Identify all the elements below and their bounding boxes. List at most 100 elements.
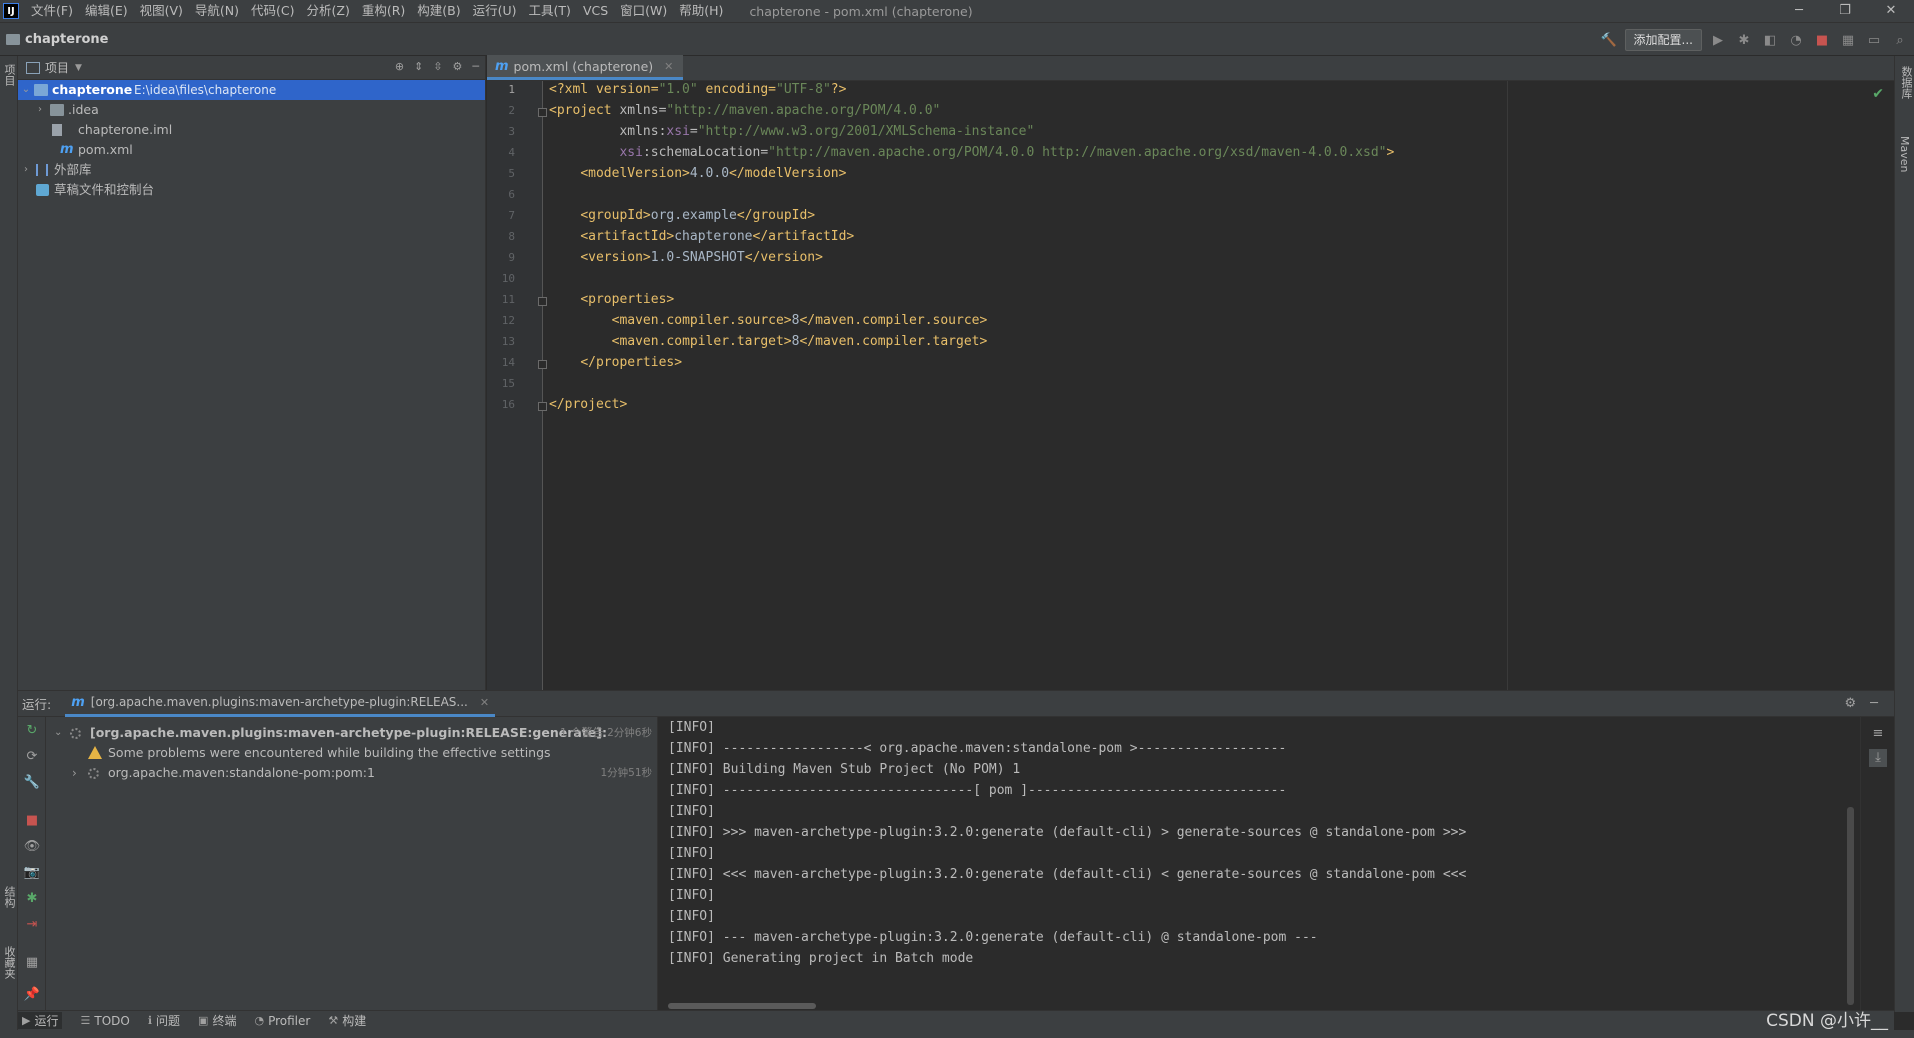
close-icon[interactable]: ✕ bbox=[664, 60, 673, 73]
maven-tool-button[interactable]: Maven bbox=[1898, 136, 1911, 172]
menu-edit[interactable]: 编辑(E) bbox=[79, 0, 134, 22]
project-view-selector[interactable]: 项目 bbox=[45, 59, 69, 76]
menu-vcs[interactable]: VCS bbox=[577, 0, 614, 22]
tool-button-run[interactable]: ▶ 运行 bbox=[18, 1012, 63, 1029]
chevron-down-icon[interactable]: ▼ bbox=[75, 63, 82, 73]
menu-help[interactable]: 帮助(H) bbox=[673, 0, 729, 22]
menu-file[interactable]: 文件(F) bbox=[25, 0, 79, 22]
exit-icon[interactable]: ⇥ bbox=[22, 915, 42, 935]
tree-item-external-libraries[interactable]: › 外部库 bbox=[18, 160, 485, 180]
search-everywhere-icon[interactable]: ⌕ bbox=[1890, 30, 1910, 50]
tab-pom-xml[interactable]: m pom.xml (chapterone) ✕ bbox=[487, 55, 684, 80]
menu-view[interactable]: 视图(V) bbox=[134, 0, 189, 22]
stop-icon[interactable]: ■ bbox=[1812, 30, 1832, 50]
structure-tool-button[interactable]: 结构 bbox=[1, 886, 17, 908]
pin-icon[interactable]: 📌 bbox=[22, 985, 42, 1005]
add-configuration-button[interactable]: 添加配置... bbox=[1624, 29, 1702, 51]
chevron-right-icon[interactable]: › bbox=[20, 160, 32, 180]
vertical-scrollbar[interactable] bbox=[1847, 807, 1854, 1005]
line-gutter: 1 2 3 4 5 6 7 8 9 10 11 12 13 14 15 16 bbox=[487, 81, 547, 690]
coverage-icon[interactable]: ◧ bbox=[1760, 30, 1780, 50]
menu-code[interactable]: 代码(C) bbox=[245, 0, 300, 22]
rerun-failed-icon[interactable]: ⟳ bbox=[22, 747, 42, 767]
tool-button-todo[interactable]: ☰ TODO bbox=[80, 1014, 129, 1028]
chevron-right-icon[interactable]: › bbox=[72, 763, 77, 783]
tree-item-pom[interactable]: m pom.xml bbox=[18, 140, 485, 160]
fold-marker-icon[interactable] bbox=[538, 297, 547, 306]
rerun-icon[interactable]: ↻ bbox=[22, 721, 42, 741]
line-number: 6 bbox=[508, 188, 515, 201]
line-number: 8 bbox=[508, 230, 515, 243]
layout-icon[interactable]: ▭ bbox=[1864, 30, 1884, 50]
fold-marker-icon[interactable] bbox=[538, 402, 547, 411]
stop-icon[interactable]: ■ bbox=[22, 811, 42, 831]
run-root-row[interactable]: ⌄ [org.apache.maven.plugins:maven-archet… bbox=[46, 723, 658, 743]
hide-panel-icon[interactable]: ─ bbox=[1870, 696, 1878, 711]
line-number: 9 bbox=[508, 251, 515, 264]
chevron-down-icon[interactable]: ⌄ bbox=[54, 723, 62, 743]
restore-button[interactable]: ❐ bbox=[1822, 0, 1868, 22]
tool-button-terminal[interactable]: ▣ 终端 bbox=[198, 1012, 236, 1029]
expand-all-icon[interactable]: ⇕ bbox=[414, 60, 423, 73]
minimize-button[interactable]: ─ bbox=[1776, 0, 1822, 22]
run-child-row[interactable]: › org.apache.maven:standalone-pom:pom:1 … bbox=[46, 763, 658, 783]
menu-build[interactable]: 构建(B) bbox=[411, 0, 466, 22]
project-structure-icon[interactable]: ▦ bbox=[1838, 30, 1858, 50]
debug-icon[interactable]: ✱ bbox=[22, 889, 42, 909]
menu-tools[interactable]: 工具(T) bbox=[523, 0, 577, 22]
run-icon[interactable]: ▶ bbox=[1708, 30, 1728, 50]
project-tool-button[interactable]: 项目 bbox=[1, 64, 17, 86]
menu-window[interactable]: 窗口(W) bbox=[614, 0, 673, 22]
tree-item-iml[interactable]: chapterone.iml bbox=[18, 120, 485, 140]
horizontal-scrollbar[interactable] bbox=[668, 1003, 816, 1009]
tree-item-idea[interactable]: › .idea bbox=[18, 100, 485, 120]
line-number: 2 bbox=[508, 104, 515, 117]
chevron-down-icon[interactable]: ⌄ bbox=[20, 80, 32, 100]
inspection-ok-icon[interactable]: ✔ bbox=[1872, 86, 1884, 102]
soft-wrap-icon[interactable]: ≡ bbox=[1869, 725, 1887, 743]
tree-item-label: pom.xml bbox=[78, 142, 133, 157]
run-warning-row[interactable]: Some problems were encountered while bui… bbox=[46, 743, 658, 763]
collapse-all-icon[interactable]: ⇳ bbox=[433, 60, 442, 73]
token: <artifactId> bbox=[580, 229, 675, 244]
code-line-16: </project> bbox=[549, 394, 627, 415]
chevron-right-icon[interactable]: › bbox=[34, 100, 46, 120]
database-tool-button[interactable]: 数据库 bbox=[1898, 66, 1914, 99]
menu-run[interactable]: 运行(U) bbox=[467, 0, 523, 22]
hide-panel-icon[interactable]: ─ bbox=[472, 60, 479, 73]
wrench-icon[interactable]: 🔧 bbox=[22, 773, 42, 793]
console-line: [INFO] --- maven-archetype-plugin:3.2.0:… bbox=[668, 930, 1318, 945]
gear-icon[interactable]: ⚙ bbox=[453, 60, 463, 73]
locate-icon[interactable]: ⊕ bbox=[395, 60, 404, 73]
tool-button-profiler[interactable]: ◔ Profiler bbox=[254, 1014, 310, 1028]
token: </maven.compiler.source> bbox=[799, 313, 988, 328]
menu-refactor[interactable]: 重构(R) bbox=[356, 0, 411, 22]
tool-button-build[interactable]: ⚒ 构建 bbox=[328, 1012, 366, 1029]
run-toolbar-top: 🔨 添加配置... ▶ ✱ ◧ ◔ ■ ▦ ▭ ⌕ bbox=[1599, 29, 1910, 51]
menu-analyze[interactable]: 分析(Z) bbox=[301, 0, 356, 22]
close-icon[interactable]: ✕ bbox=[480, 696, 489, 709]
console-output[interactable]: [INFO] [INFO] ------------------< org.ap… bbox=[658, 717, 1860, 1011]
build-hammer-icon[interactable]: 🔨 bbox=[1599, 30, 1619, 50]
eye-icon[interactable]: 👁 bbox=[22, 837, 42, 857]
tool-button-problems[interactable]: ℹ 问题 bbox=[148, 1012, 180, 1029]
close-window-button[interactable]: ✕ bbox=[1868, 0, 1914, 22]
fold-marker-icon[interactable] bbox=[538, 108, 547, 117]
menu-navigate[interactable]: 导航(N) bbox=[189, 0, 245, 22]
run-tab[interactable]: m [org.apache.maven.plugins:maven-archet… bbox=[65, 691, 496, 717]
csdn-watermark: CSDN @小许__ bbox=[1766, 1011, 1888, 1031]
layout-icon[interactable]: ▦ bbox=[22, 953, 42, 973]
debug-icon[interactable]: ✱ bbox=[1734, 30, 1754, 50]
camera-icon[interactable]: 📷 bbox=[22, 863, 42, 883]
code-area[interactable]: <?xml version="1.0" encoding="UTF-8"?> <… bbox=[549, 81, 1849, 690]
fold-marker-icon[interactable] bbox=[538, 360, 547, 369]
tree-item-chapterone[interactable]: ⌄ chapterone E:\idea\files\chapterone bbox=[18, 80, 485, 100]
breadcrumb-project[interactable]: chapterone bbox=[25, 32, 108, 47]
profile-icon[interactable]: ◔ bbox=[1786, 30, 1806, 50]
favorites-tool-button[interactable]: 收藏夹 bbox=[1, 946, 17, 979]
scroll-to-end-icon[interactable]: ⤓ bbox=[1869, 749, 1887, 767]
gear-icon[interactable]: ⚙ bbox=[1845, 696, 1857, 711]
tree-item-scratches[interactable]: 草稿文件和控制台 bbox=[18, 180, 485, 200]
